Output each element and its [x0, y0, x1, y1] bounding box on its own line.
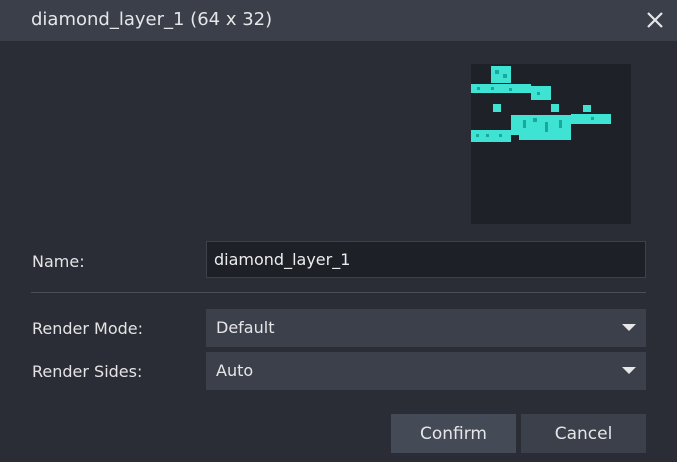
render-mode-label: Render Mode:	[32, 319, 144, 338]
name-field[interactable]	[206, 241, 646, 278]
chevron-down-icon	[622, 324, 636, 331]
render-sides-select[interactable]: Auto	[206, 352, 646, 390]
confirm-button[interactable]: Confirm	[391, 414, 516, 453]
render-sides-label: Render Sides:	[32, 362, 143, 381]
render-sides-value: Auto	[216, 361, 254, 380]
chevron-down-icon	[622, 367, 636, 374]
render-mode-select[interactable]: Default	[206, 309, 646, 347]
texture-preview	[471, 64, 631, 224]
dialog: diamond_layer_1 (64 x 32) Name: diamond_…	[0, 0, 677, 462]
close-icon[interactable]	[641, 6, 669, 34]
divider	[31, 292, 646, 293]
dialog-title: diamond_layer_1 (64 x 32)	[31, 9, 273, 30]
title-bar: diamond_layer_1 (64 x 32)	[0, 0, 677, 41]
cancel-button[interactable]: Cancel	[521, 414, 646, 453]
name-label: Name:	[32, 252, 85, 271]
render-mode-value: Default	[216, 318, 275, 337]
